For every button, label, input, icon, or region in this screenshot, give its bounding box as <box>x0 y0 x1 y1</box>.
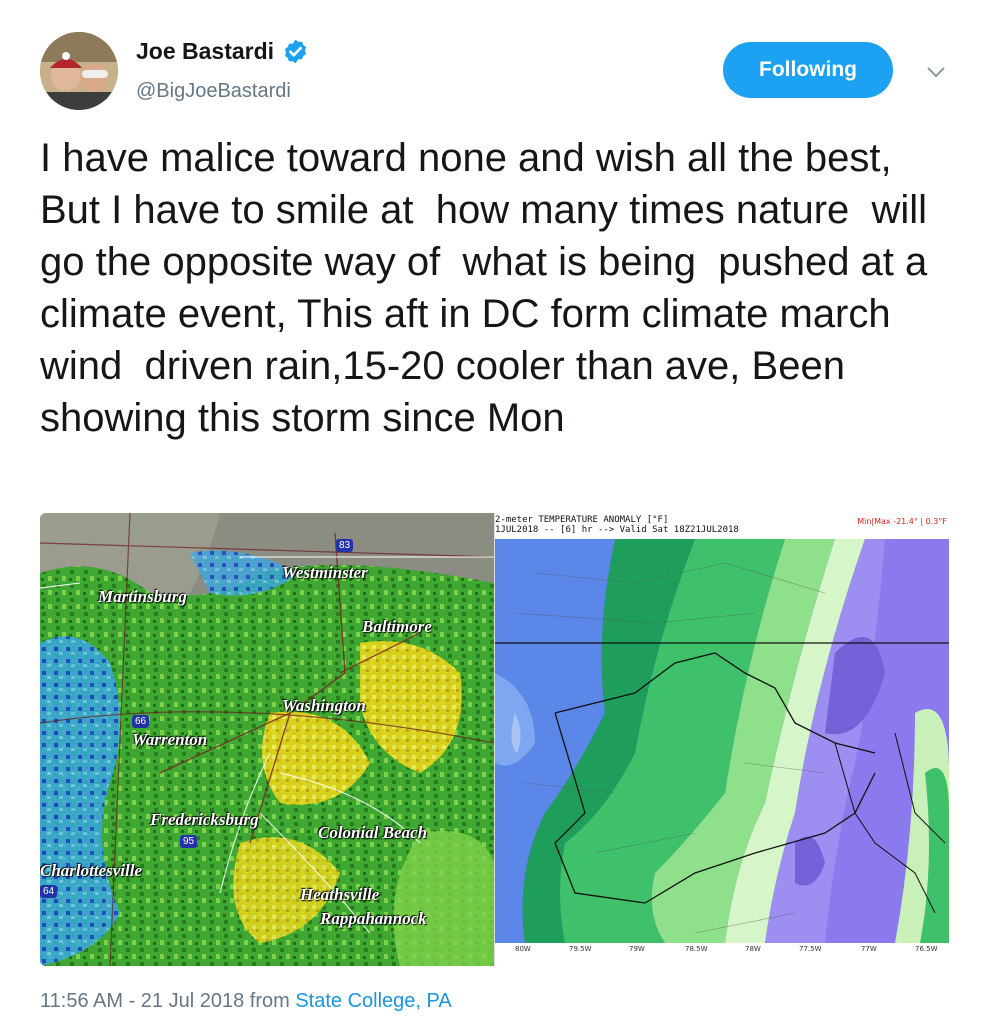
x-tick: 79W <box>629 945 645 953</box>
user-name-row: Joe Bastardi <box>136 38 309 65</box>
map-label-westminster: Westminster <box>282 563 368 582</box>
highway-shield-95: 95 <box>180 835 198 848</box>
following-button[interactable]: Following <box>723 42 893 98</box>
location-link[interactable]: State College, PA <box>295 990 451 1012</box>
avatar[interactable] <box>40 32 118 110</box>
tweet-media[interactable]: Westminster Martinsburg Baltimore Washin… <box>40 513 949 966</box>
map-label-warrenton: Warrenton <box>132 730 208 749</box>
x-tick: 77.5W <box>799 945 822 953</box>
map-label-baltimore: Baltimore <box>362 617 432 636</box>
chevron-down-icon[interactable] <box>925 62 947 82</box>
anomaly-title: 2-meter TEMPERATURE ANOMALY [°F] <box>495 515 669 525</box>
anomaly-header: 2-meter TEMPERATURE ANOMALY [°F] 1JUL201… <box>495 515 739 535</box>
map-label-rappahannock: Rappahannock <box>320 909 427 928</box>
x-tick: 77W <box>861 945 877 953</box>
map-label-washington: Washington <box>282 696 366 715</box>
x-tick: 79.5W <box>569 945 592 953</box>
anomaly-map-graphic <box>495 513 949 966</box>
anomaly-valid-time: 1JUL2018 -- [6] hr --> Valid Sat 18Z21JU… <box>495 525 739 535</box>
tweet-text: I have malice toward none and wish all t… <box>40 136 939 440</box>
verified-badge-icon <box>284 39 307 64</box>
map-label-martinsburg: Martinsburg <box>98 587 187 606</box>
map-label-heathsville: Heathsville <box>300 885 380 904</box>
timestamp-text[interactable]: 11:56 AM - 21 Jul 2018 from <box>40 990 295 1012</box>
x-tick: 80W <box>515 945 531 953</box>
x-tick: 78W <box>745 945 761 953</box>
anomaly-minmax: Min|Max -21.4° | 0.3°F <box>857 517 947 526</box>
map-label-charlottesville: Charlottesville <box>40 861 142 880</box>
radar-map-graphic <box>40 513 495 966</box>
user-handle[interactable]: @BigJoeBastardi <box>136 80 291 103</box>
map-label-colonial-beach: Colonial Beach <box>318 823 428 842</box>
x-tick: 76.5W <box>915 945 938 953</box>
temperature-anomaly-map-image[interactable]: 2-meter TEMPERATURE ANOMALY [°F] 1JUL201… <box>495 513 949 966</box>
highway-shield-64: 64 <box>40 885 58 898</box>
avatar-image <box>40 32 118 110</box>
display-name[interactable]: Joe Bastardi <box>136 38 274 65</box>
radar-map-image[interactable]: Westminster Martinsburg Baltimore Washin… <box>40 513 495 966</box>
tweet-timestamp: 11:56 AM - 21 Jul 2018 from State Colleg… <box>40 990 452 1013</box>
x-tick: 78.5W <box>685 945 708 953</box>
map-label-fredericksburg: Fredericksburg <box>150 810 259 829</box>
anomaly-x-axis: 80W 79.5W 79W 78.5W 78W 77.5W 77W 76.5W <box>495 945 949 961</box>
highway-shield-83: 83 <box>336 539 354 552</box>
highway-shield-66: 66 <box>132 715 150 728</box>
